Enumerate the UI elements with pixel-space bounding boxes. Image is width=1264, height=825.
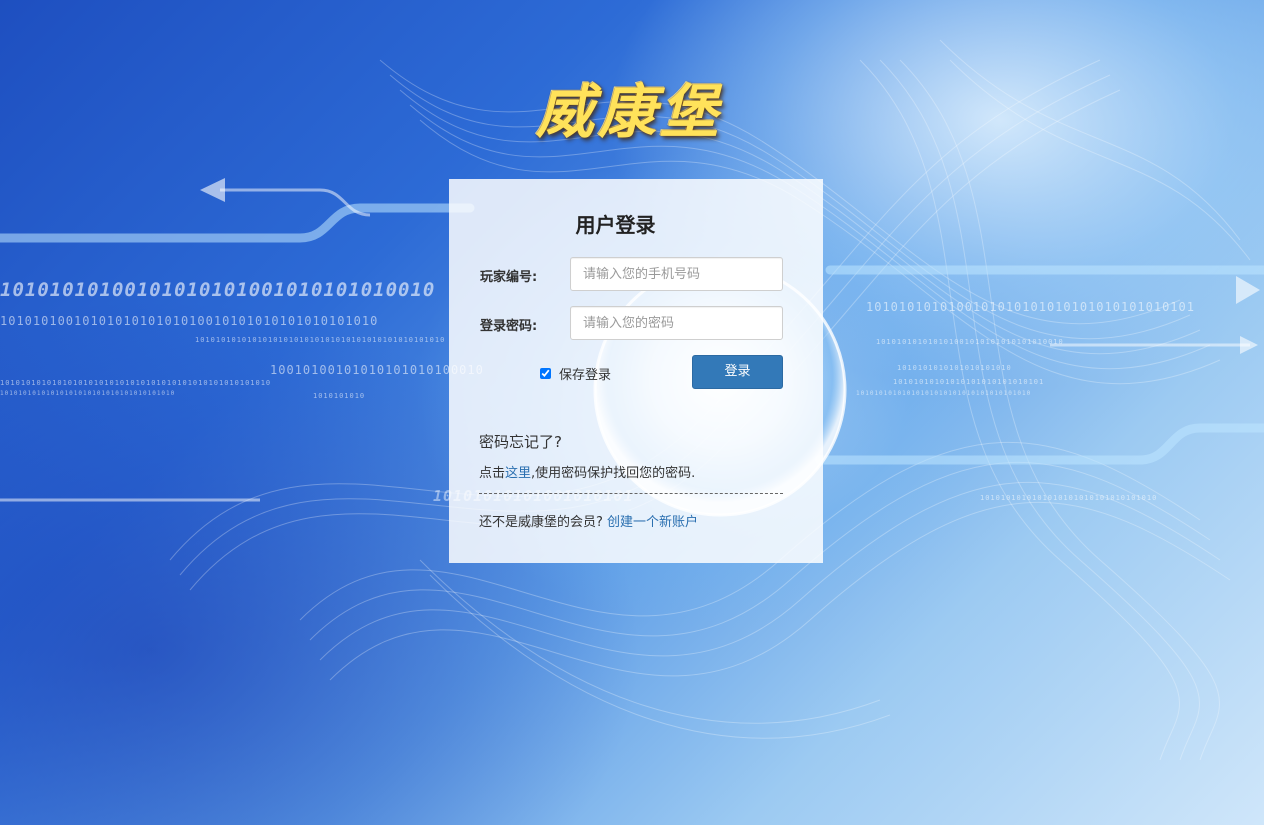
binary-stream: 101010101010101001010101010101010010 bbox=[876, 338, 1064, 346]
binary-stream: 1010101010101010101010101010101010 bbox=[980, 494, 1158, 502]
binary-stream: 1010101010100101010101010101010101010101 bbox=[866, 300, 1195, 314]
binary-stream: 1010101010 bbox=[313, 392, 366, 400]
username-label: 玩家编号: bbox=[480, 270, 538, 285]
login-button[interactable]: 登录 bbox=[692, 355, 783, 389]
login-panel: 用户登录 玩家编号: 登录密码: 保存登录 登录 密码忘记了? 点击这里,使用密… bbox=[449, 179, 823, 563]
forgot-prefix: 点击 bbox=[479, 466, 506, 481]
password-input[interactable] bbox=[570, 306, 783, 340]
register-prefix: 还不是威康堡的会员? bbox=[479, 515, 608, 530]
binary-stream: 10101010101010101010101010101 bbox=[893, 378, 1045, 386]
panel-title: 用户登录 bbox=[575, 213, 656, 237]
binary-stream: 1010101010101010101010101010101010101010… bbox=[195, 336, 446, 344]
divider bbox=[479, 493, 783, 494]
binary-stream: 10101010100101010101001010101010010 bbox=[0, 279, 436, 301]
forgot-text: 点击这里,使用密码保护找回您的密码. bbox=[479, 462, 695, 481]
binary-stream: 10101010101010101010101010101010101010 bbox=[856, 390, 1032, 397]
register-text: 还不是威康堡的会员? 创建一个新账户 bbox=[479, 511, 698, 530]
remember-login: 保存登录 bbox=[540, 364, 611, 383]
site-logo: 威康堡 bbox=[536, 78, 723, 146]
forgot-suffix: ,使用密码保护找回您的密码. bbox=[531, 466, 696, 481]
forgot-title: 密码忘记了? bbox=[479, 433, 562, 451]
password-label: 登录密码: bbox=[480, 319, 538, 334]
forgot-password-link[interactable]: 这里 bbox=[505, 466, 531, 481]
username-input[interactable] bbox=[570, 257, 783, 291]
remember-checkbox[interactable] bbox=[540, 368, 551, 379]
create-account-link[interactable]: 创建一个新账户 bbox=[607, 515, 698, 530]
binary-stream: 1010101001010101010101010010101010101010… bbox=[0, 314, 379, 328]
binary-stream: 10101010101010101010101010101010101010 bbox=[0, 390, 176, 397]
remember-label: 保存登录 bbox=[559, 368, 612, 383]
binary-stream: 1010101010101010101010 bbox=[897, 364, 1012, 372]
binary-stream: 1010101010101010101010101010101010101010… bbox=[0, 379, 272, 387]
